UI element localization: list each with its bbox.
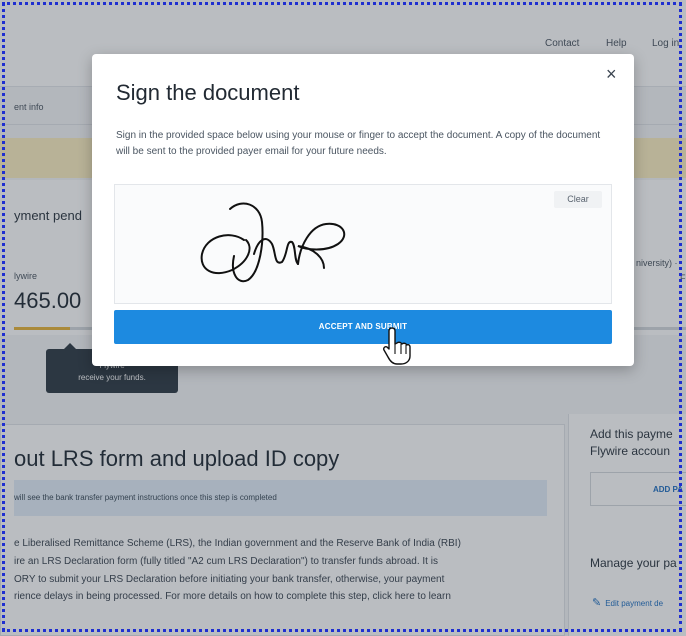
modal-title: Sign the document [116,80,300,105]
modal-description: Sign in the provided space below using y… [116,130,601,157]
close-icon[interactable]: × [606,64,617,85]
signature-drawing [200,202,346,283]
accept-and-submit-button[interactable]: ACCEPT AND SUBMIT [114,310,612,344]
hand-pointer-cursor-icon [383,327,411,365]
clear-signature-button[interactable]: Clear [554,191,602,208]
sign-document-modal: Sign the document × Sign in the provided… [92,54,634,366]
